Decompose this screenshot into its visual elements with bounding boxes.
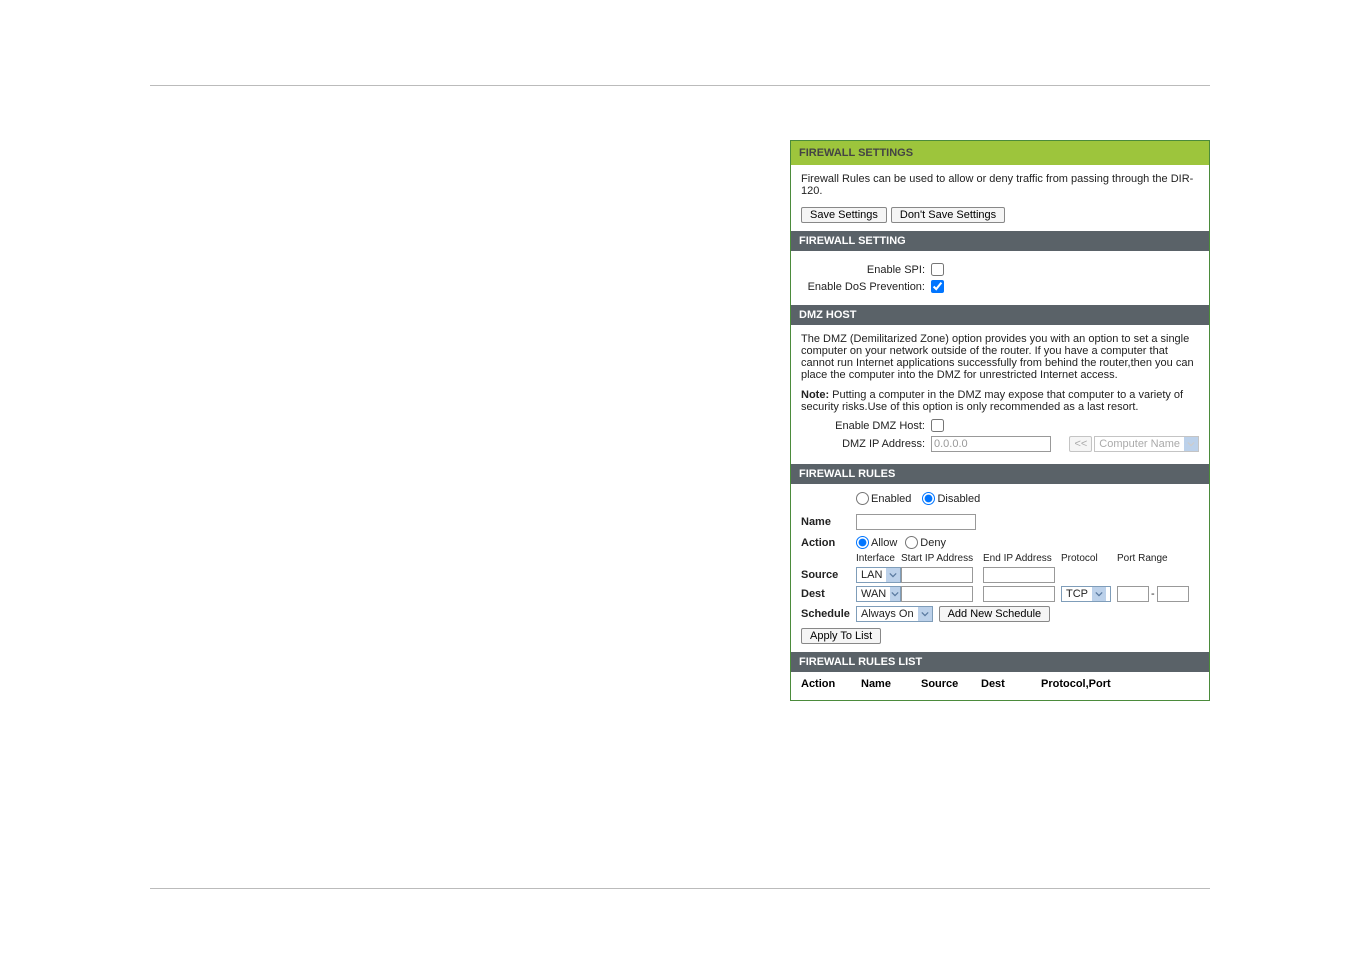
col-interface: Interface — [856, 553, 901, 564]
dmz-header: DMZ HOST — [791, 305, 1209, 325]
action-allow-radio[interactable]: Allow — [856, 536, 897, 549]
intro-text: Firewall Rules can be used to allow or d… — [801, 173, 1199, 197]
enable-spi-checkbox[interactable] — [931, 263, 944, 276]
list-col-action: Action — [801, 678, 861, 690]
firewall-rules-list-header: FIREWALL RULES LIST — [791, 652, 1209, 672]
firewall-settings-panel: FIREWALL SETTINGS Firewall Rules can be … — [790, 140, 1210, 701]
action-deny-radio[interactable]: Deny — [905, 536, 946, 549]
dont-save-settings-button[interactable]: Don't Save Settings — [891, 207, 1005, 223]
schedule-label: Schedule — [801, 608, 856, 620]
port-end-input[interactable] — [1157, 586, 1189, 602]
col-port-range: Port Range — [1117, 553, 1197, 564]
chevron-down-icon — [890, 587, 900, 601]
chevron-down-icon — [918, 607, 932, 621]
enable-dmz-host-checkbox[interactable] — [931, 419, 944, 432]
save-settings-button[interactable]: Save Settings — [801, 207, 887, 223]
list-col-protocol-port: Protocol,Port — [1041, 678, 1199, 690]
source-interface-select[interactable]: LAN — [856, 567, 901, 583]
dmz-description: The DMZ (Demilitarized Zone) option prov… — [801, 333, 1199, 381]
dest-start-ip-input[interactable] — [901, 586, 973, 602]
dmz-ip-label: DMZ IP Address: — [801, 438, 931, 450]
computer-name-select[interactable]: Computer Name — [1094, 436, 1199, 452]
panel-title: FIREWALL SETTINGS — [791, 141, 1209, 165]
rule-action-label: Action — [801, 537, 856, 549]
rules-enabled-radio[interactable]: Enabled — [856, 492, 911, 505]
rule-name-input[interactable] — [856, 514, 976, 530]
protocol-select[interactable]: TCP — [1061, 586, 1111, 602]
dmz-ip-input[interactable] — [931, 436, 1051, 452]
schedule-select[interactable]: Always On — [856, 606, 933, 622]
col-end-ip: End IP Address — [983, 553, 1061, 564]
add-new-schedule-button[interactable]: Add New Schedule — [939, 606, 1051, 622]
firewall-rules-header: FIREWALL RULES — [791, 464, 1209, 484]
rule-name-label: Name — [801, 516, 856, 528]
chevron-down-icon — [1092, 587, 1106, 601]
list-col-dest: Dest — [981, 678, 1041, 690]
list-col-name: Name — [861, 678, 921, 690]
apply-to-list-button[interactable]: Apply To List — [801, 628, 881, 644]
enable-dmz-host-label: Enable DMZ Host: — [801, 420, 931, 432]
enable-spi-label: Enable SPI: — [801, 264, 931, 276]
dest-label: Dest — [801, 588, 856, 600]
pull-computer-button[interactable]: << — [1069, 436, 1092, 452]
enable-dos-label: Enable DoS Prevention: — [801, 281, 931, 293]
firewall-setting-header: FIREWALL SETTING — [791, 231, 1209, 251]
dest-interface-select[interactable]: WAN — [856, 586, 901, 602]
chevron-down-icon — [1184, 437, 1198, 451]
source-start-ip-input[interactable] — [901, 567, 973, 583]
port-start-input[interactable] — [1117, 586, 1149, 602]
col-start-ip: Start IP Address — [901, 553, 983, 564]
enable-dos-checkbox[interactable] — [931, 280, 944, 293]
dmz-note: Note: Putting a computer in the DMZ may … — [801, 389, 1199, 413]
source-label: Source — [801, 569, 856, 581]
col-protocol: Protocol — [1061, 553, 1117, 564]
dest-end-ip-input[interactable] — [983, 586, 1055, 602]
rules-disabled-radio[interactable]: Disabled — [922, 492, 980, 505]
chevron-down-icon — [886, 568, 900, 582]
list-col-source: Source — [921, 678, 981, 690]
source-end-ip-input[interactable] — [983, 567, 1055, 583]
